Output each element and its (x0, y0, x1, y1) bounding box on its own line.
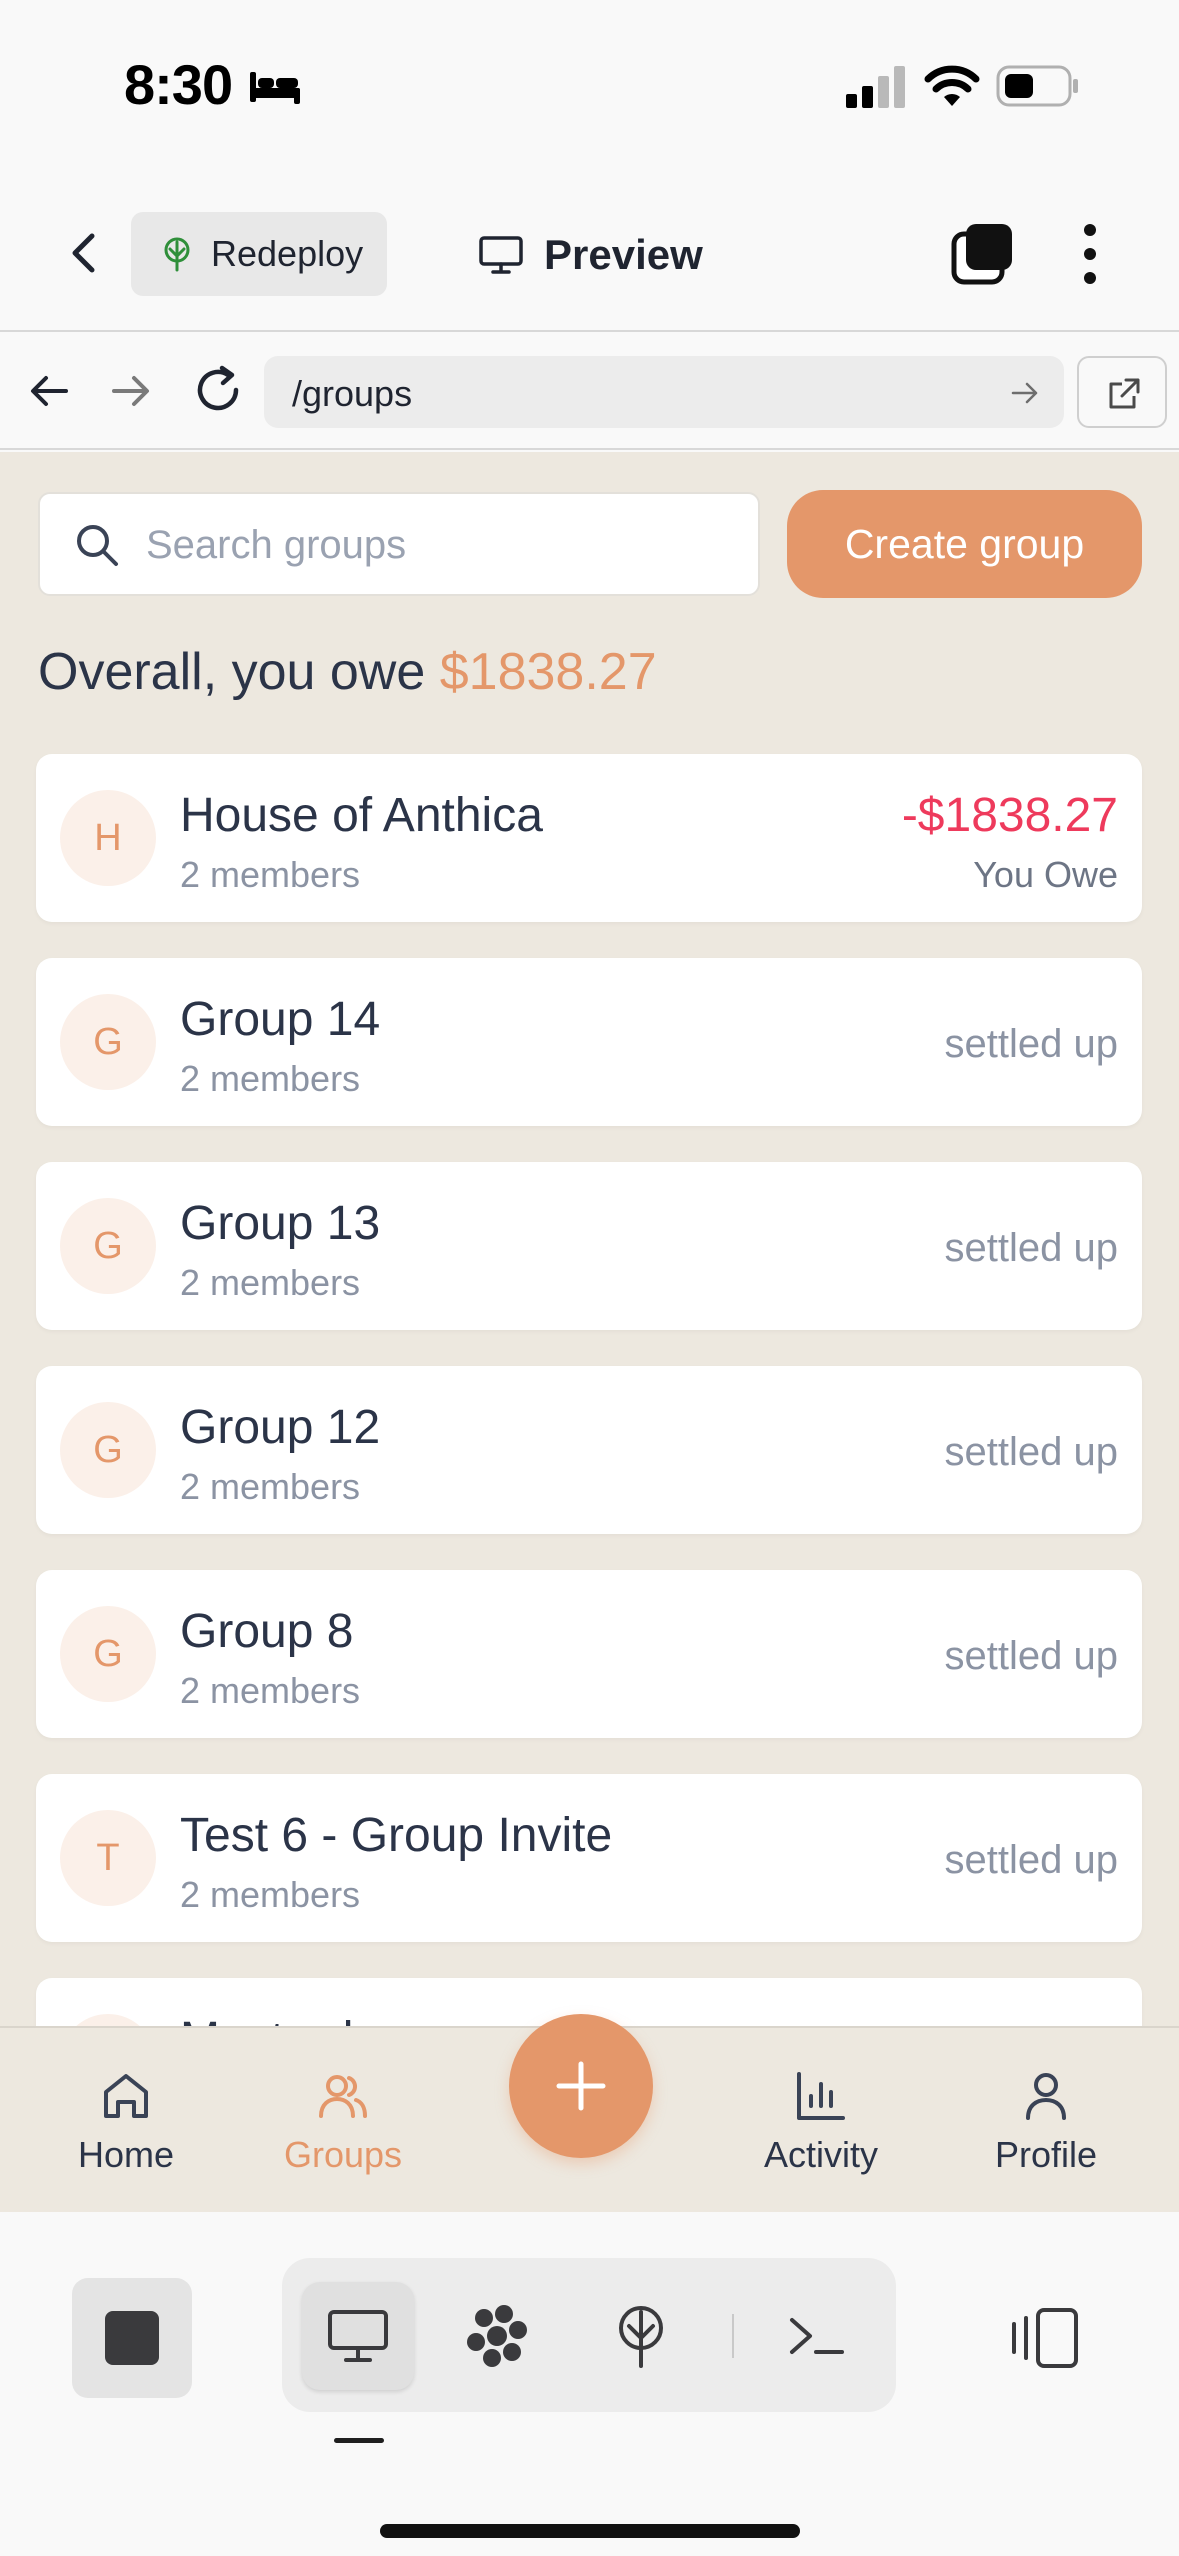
preview-tab[interactable]: Preview (478, 230, 703, 280)
status-time: 8:30 (124, 53, 233, 116)
url-text: /groups (292, 373, 413, 414)
monitor-icon (479, 236, 523, 274)
group-card-group-8[interactable]: G Group 8 2 members settled up (36, 1570, 1142, 1738)
arrow-right-icon[interactable] (108, 368, 154, 414)
nav-profile[interactable]: Profile (956, 2068, 1136, 2176)
user-icon (1026, 2073, 1066, 2120)
console-view-button[interactable] (760, 2282, 872, 2390)
summary-prefix: Overall, you owe (38, 643, 426, 701)
plus-icon (556, 2061, 606, 2111)
url-field[interactable]: /groups (264, 356, 1064, 428)
view-switcher (282, 2258, 896, 2412)
group-members: 2 members (180, 1466, 361, 1507)
group-card-group-13[interactable]: G Group 13 2 members settled up (36, 1162, 1142, 1330)
browser-url-bar: /groups (0, 332, 1179, 450)
group-card-house-of-anthica[interactable]: H House of Anthica 2 members -$1838.27 Y… (36, 754, 1142, 922)
group-card-group-12[interactable]: G Group 12 2 members settled up (36, 1366, 1142, 1534)
wifi-icon (924, 65, 980, 106)
users-icon (319, 2075, 367, 2118)
groups-page: Create group Overall, you owe $1838.27 H… (0, 452, 1179, 2026)
home-indicator[interactable] (380, 2524, 800, 2538)
nav-activity[interactable]: Activity (731, 2068, 911, 2176)
summary-amount: $1838.27 (439, 643, 657, 701)
group-name: Group 14 (180, 993, 381, 1046)
bar-chart-icon (797, 2072, 845, 2120)
status-bar: 8:30 (0, 0, 1179, 170)
group-avatar: G (60, 1606, 156, 1702)
nav-groups[interactable]: Groups (253, 2068, 433, 2176)
external-link-icon (1109, 378, 1140, 409)
divider (732, 2314, 734, 2358)
group-card-group-14[interactable]: G Group 14 2 members settled up (36, 958, 1142, 1126)
editor-bottom-toolbar (0, 2212, 1179, 2556)
home-icon (104, 2074, 148, 2118)
preview-view-button[interactable] (302, 2282, 414, 2390)
chevron-left-icon[interactable] (60, 228, 110, 278)
group-name: Group 8 (180, 1605, 354, 1658)
group-balance-status: settled up (944, 1838, 1118, 1882)
editor-toolbar: Redeploy Preview (0, 170, 1179, 332)
add-expense-button[interactable] (509, 2014, 653, 2158)
group-avatar: M (60, 2014, 156, 2026)
group-balance-status: settled up (944, 1022, 1118, 1066)
group-name: House of Anthica (180, 789, 543, 842)
group-avatar: G (60, 994, 156, 1090)
app-bottom-nav: Home Groups Activity Profile (0, 2014, 1179, 2212)
more-vertical-icon[interactable] (1070, 222, 1110, 286)
active-indicator (334, 2438, 384, 2443)
reload-icon[interactable] (192, 364, 244, 416)
group-members: 2 members (180, 854, 361, 895)
battery-icon (996, 65, 1078, 107)
group-balance-status: You Owe (973, 854, 1118, 895)
nav-groups-label: Groups (283, 2134, 403, 2175)
search-input[interactable] (146, 514, 726, 576)
redeploy-label: Redeploy (211, 233, 364, 274)
group-members: 2 members (180, 1874, 361, 1915)
terminal-icon (790, 2318, 844, 2354)
group-name: Test 6 - Group Invite (180, 1809, 613, 1862)
search-box[interactable] (38, 492, 760, 596)
group-card-test-6-group-invite[interactable]: T Test 6 - Group Invite 2 members settle… (36, 1774, 1142, 1942)
group-members: 2 members (180, 1058, 361, 1099)
group-members: 2 members (180, 1262, 361, 1303)
arrow-left-icon[interactable] (26, 368, 72, 414)
open-external-button[interactable] (1077, 356, 1167, 428)
group-name: Mustard (180, 2012, 353, 2026)
bed-icon (250, 72, 300, 104)
group-balance-status: settled up (944, 1430, 1118, 1474)
group-name: Group 13 (180, 1197, 381, 1250)
balance-summary: Overall, you owe $1838.27 (38, 642, 657, 702)
tabs-icon[interactable] (950, 222, 1014, 286)
group-balance-status: settled up (944, 1634, 1118, 1678)
redeploy-button[interactable]: Redeploy (131, 212, 387, 296)
preview-label: Preview (544, 231, 703, 278)
stop-icon (105, 2311, 159, 2365)
group-avatar: G (60, 1402, 156, 1498)
deploy-tree-icon (619, 2306, 663, 2368)
nav-profile-label: Profile (994, 2134, 1098, 2175)
deploy-view-button[interactable] (585, 2282, 697, 2390)
stop-button[interactable] (72, 2278, 192, 2398)
nav-activity-label: Activity (763, 2134, 878, 2175)
group-avatar: G (60, 1198, 156, 1294)
agent-view-button[interactable] (442, 2282, 554, 2390)
create-group-button[interactable]: Create group (787, 490, 1142, 598)
group-members: 2 members (180, 1670, 361, 1711)
deploy-tree-icon (164, 237, 190, 272)
group-avatar: T (60, 1810, 156, 1906)
monitor-icon (328, 2310, 388, 2362)
group-avatar: H (60, 790, 156, 886)
cellular-signal-icon (846, 66, 905, 108)
sidebar-toggle-icon[interactable] (1008, 2304, 1082, 2372)
go-arrow-icon[interactable] (1010, 378, 1040, 408)
group-balance-amount: -$1838.27 (901, 789, 1118, 842)
nav-home[interactable]: Home (36, 2068, 216, 2176)
group-name: Group 12 (180, 1401, 381, 1454)
asterisk-flower-icon (467, 2305, 527, 2367)
search-icon (77, 525, 118, 566)
group-balance-status: settled up (944, 1226, 1118, 1270)
nav-home-label: Home (77, 2134, 175, 2175)
